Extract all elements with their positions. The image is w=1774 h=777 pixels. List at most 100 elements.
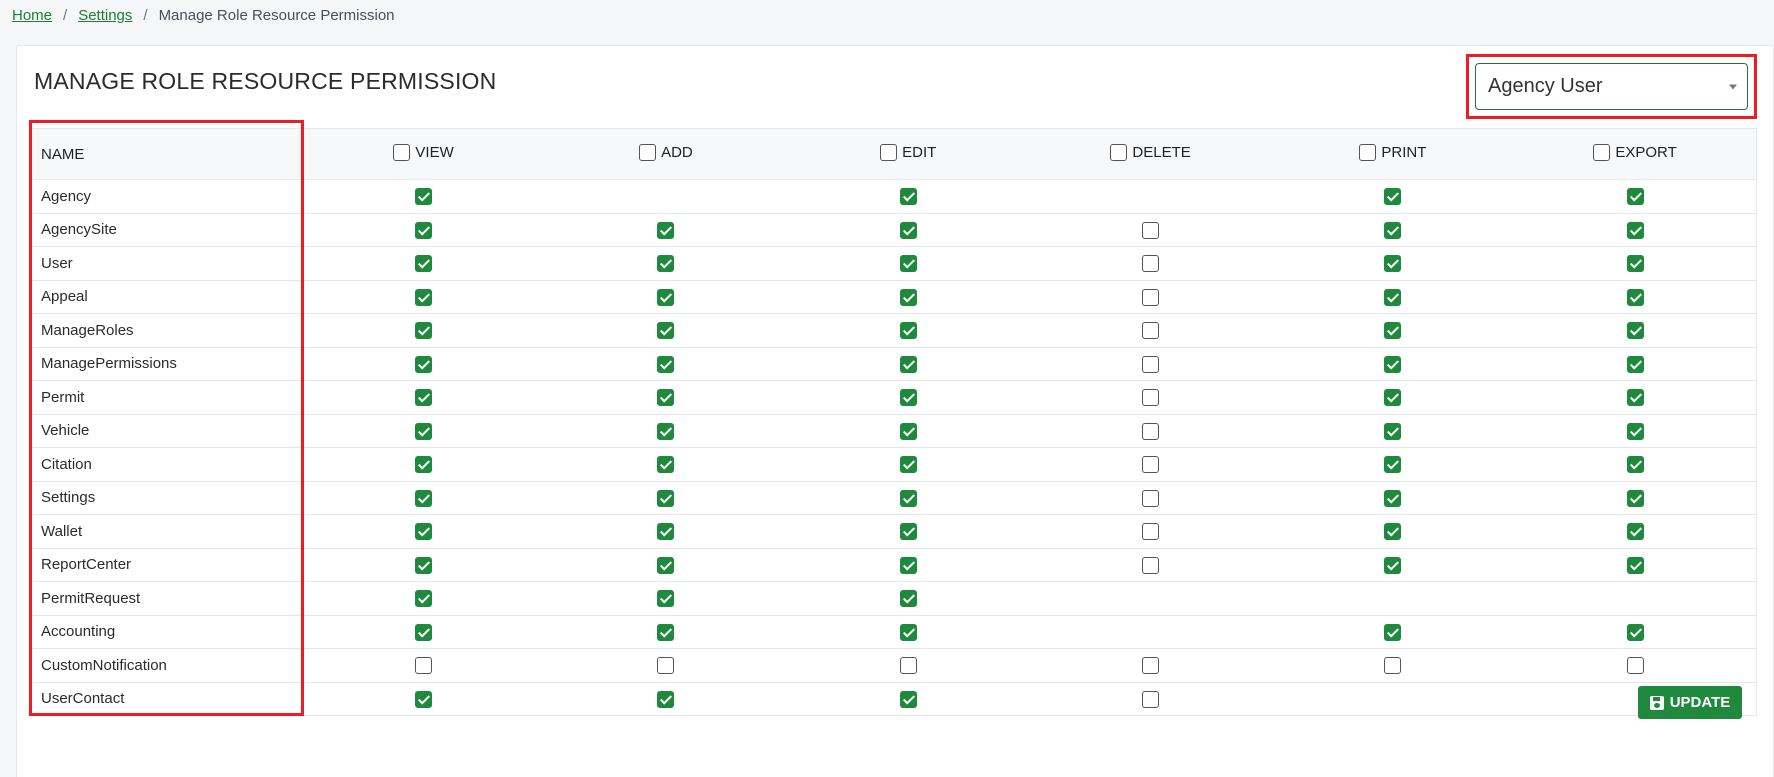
permission-add-checkbox[interactable] <box>657 422 675 440</box>
permission-view-checkbox[interactable] <box>415 590 433 608</box>
permission-export-checkbox[interactable] <box>1626 389 1644 407</box>
permission-print-checkbox[interactable] <box>1384 556 1402 574</box>
permission-delete-checkbox[interactable] <box>1142 489 1160 507</box>
permission-delete-checkbox[interactable] <box>1142 523 1160 541</box>
permission-edit-checkbox[interactable] <box>899 489 917 507</box>
permission-add-checkbox[interactable] <box>657 690 675 708</box>
permission-edit-checkbox[interactable] <box>899 288 917 306</box>
permission-delete-checkbox[interactable] <box>1142 690 1160 708</box>
permission-view-checkbox[interactable] <box>415 389 433 407</box>
permission-export-checkbox[interactable] <box>1626 556 1644 574</box>
permission-delete-checkbox[interactable] <box>1142 389 1160 407</box>
chevron-down-icon <box>1729 84 1737 89</box>
select-all-export-checkbox[interactable] <box>1593 143 1611 161</box>
permission-print-checkbox[interactable] <box>1384 188 1402 206</box>
permission-export-checkbox[interactable] <box>1626 355 1644 373</box>
permission-view-checkbox[interactable] <box>415 422 433 440</box>
permission-export-checkbox[interactable] <box>1626 188 1644 206</box>
permission-view-checkbox[interactable] <box>415 623 433 641</box>
permission-delete-checkbox[interactable] <box>1142 456 1160 474</box>
select-all-edit-checkbox[interactable] <box>880 143 898 161</box>
permission-edit-checkbox[interactable] <box>899 657 917 675</box>
permission-add-checkbox[interactable] <box>657 556 675 574</box>
permission-view-checkbox[interactable] <box>415 322 433 340</box>
permission-print-checkbox[interactable] <box>1384 255 1402 273</box>
permission-delete-checkbox[interactable] <box>1142 422 1160 440</box>
permission-print-checkbox[interactable] <box>1384 657 1402 675</box>
permission-view-checkbox[interactable] <box>415 221 433 239</box>
permission-add-checkbox[interactable] <box>657 657 675 675</box>
permission-view-checkbox[interactable] <box>415 355 433 373</box>
permission-view-checkbox[interactable] <box>415 188 433 206</box>
permission-edit-checkbox[interactable] <box>899 590 917 608</box>
update-button[interactable]: UPDATE <box>1638 686 1742 719</box>
permission-add-checkbox[interactable] <box>657 221 675 239</box>
permission-add-checkbox[interactable] <box>657 288 675 306</box>
permission-delete-checkbox[interactable] <box>1142 255 1160 273</box>
breadcrumb-settings-link[interactable]: Settings <box>78 7 132 24</box>
permission-add-checkbox[interactable] <box>657 456 675 474</box>
permission-print-checkbox[interactable] <box>1384 489 1402 507</box>
permission-edit-checkbox[interactable] <box>899 389 917 407</box>
permission-export-checkbox[interactable] <box>1626 255 1644 273</box>
permission-print-checkbox[interactable] <box>1384 623 1402 641</box>
permission-export-checkbox[interactable] <box>1626 623 1644 641</box>
permission-add-checkbox[interactable] <box>657 355 675 373</box>
permission-edit-checkbox[interactable] <box>899 221 917 239</box>
permission-export-checkbox[interactable] <box>1626 657 1644 675</box>
permission-export-checkbox[interactable] <box>1626 456 1644 474</box>
permission-export-checkbox[interactable] <box>1626 489 1644 507</box>
permission-add-checkbox[interactable] <box>657 489 675 507</box>
permission-edit-checkbox[interactable] <box>899 456 917 474</box>
permission-edit-checkbox[interactable] <box>899 422 917 440</box>
permission-export-checkbox[interactable] <box>1626 221 1644 239</box>
breadcrumb-home-link[interactable]: Home <box>12 7 52 24</box>
permission-delete-checkbox[interactable] <box>1142 322 1160 340</box>
permission-export-checkbox[interactable] <box>1626 422 1644 440</box>
permission-view-checkbox[interactable] <box>415 556 433 574</box>
permission-print-checkbox[interactable] <box>1384 355 1402 373</box>
select-all-view-checkbox[interactable] <box>393 143 411 161</box>
permission-edit-checkbox[interactable] <box>899 188 917 206</box>
permission-print-checkbox[interactable] <box>1384 422 1402 440</box>
permission-view-checkbox[interactable] <box>415 456 433 474</box>
permission-view-checkbox[interactable] <box>415 690 433 708</box>
permission-add-checkbox[interactable] <box>657 322 675 340</box>
permission-print-checkbox[interactable] <box>1384 456 1402 474</box>
permission-edit-checkbox[interactable] <box>899 255 917 273</box>
permission-print-checkbox[interactable] <box>1384 523 1402 541</box>
role-select[interactable]: Agency User <box>1475 63 1748 110</box>
permission-edit-checkbox[interactable] <box>899 556 917 574</box>
permission-export-checkbox[interactable] <box>1626 288 1644 306</box>
permission-edit-checkbox[interactable] <box>899 623 917 641</box>
permission-print-checkbox[interactable] <box>1384 221 1402 239</box>
permission-cell <box>302 346 545 381</box>
permission-add-checkbox[interactable] <box>657 389 675 407</box>
permission-print-checkbox[interactable] <box>1384 288 1402 306</box>
permission-print-checkbox[interactable] <box>1384 322 1402 340</box>
permission-view-checkbox[interactable] <box>415 255 433 273</box>
select-all-add-checkbox[interactable] <box>639 143 657 161</box>
permission-edit-checkbox[interactable] <box>899 523 917 541</box>
permission-export-checkbox[interactable] <box>1626 523 1644 541</box>
permission-view-checkbox[interactable] <box>415 288 433 306</box>
select-all-print-checkbox[interactable] <box>1359 143 1377 161</box>
permission-delete-checkbox[interactable] <box>1142 556 1160 574</box>
permission-export-checkbox[interactable] <box>1626 322 1644 340</box>
permission-add-checkbox[interactable] <box>657 623 675 641</box>
permission-delete-checkbox[interactable] <box>1142 288 1160 306</box>
permission-print-checkbox[interactable] <box>1384 389 1402 407</box>
permission-view-checkbox[interactable] <box>415 523 433 541</box>
permission-view-checkbox[interactable] <box>415 489 433 507</box>
permission-view-checkbox[interactable] <box>415 657 433 675</box>
select-all-delete-checkbox[interactable] <box>1110 143 1128 161</box>
permission-delete-checkbox[interactable] <box>1142 221 1160 239</box>
permission-add-checkbox[interactable] <box>657 255 675 273</box>
permission-edit-checkbox[interactable] <box>899 690 917 708</box>
permission-edit-checkbox[interactable] <box>899 322 917 340</box>
permission-edit-checkbox[interactable] <box>899 355 917 373</box>
permission-delete-checkbox[interactable] <box>1142 657 1160 675</box>
permission-add-checkbox[interactable] <box>657 523 675 541</box>
permission-delete-checkbox[interactable] <box>1142 355 1160 373</box>
permission-add-checkbox[interactable] <box>657 590 675 608</box>
